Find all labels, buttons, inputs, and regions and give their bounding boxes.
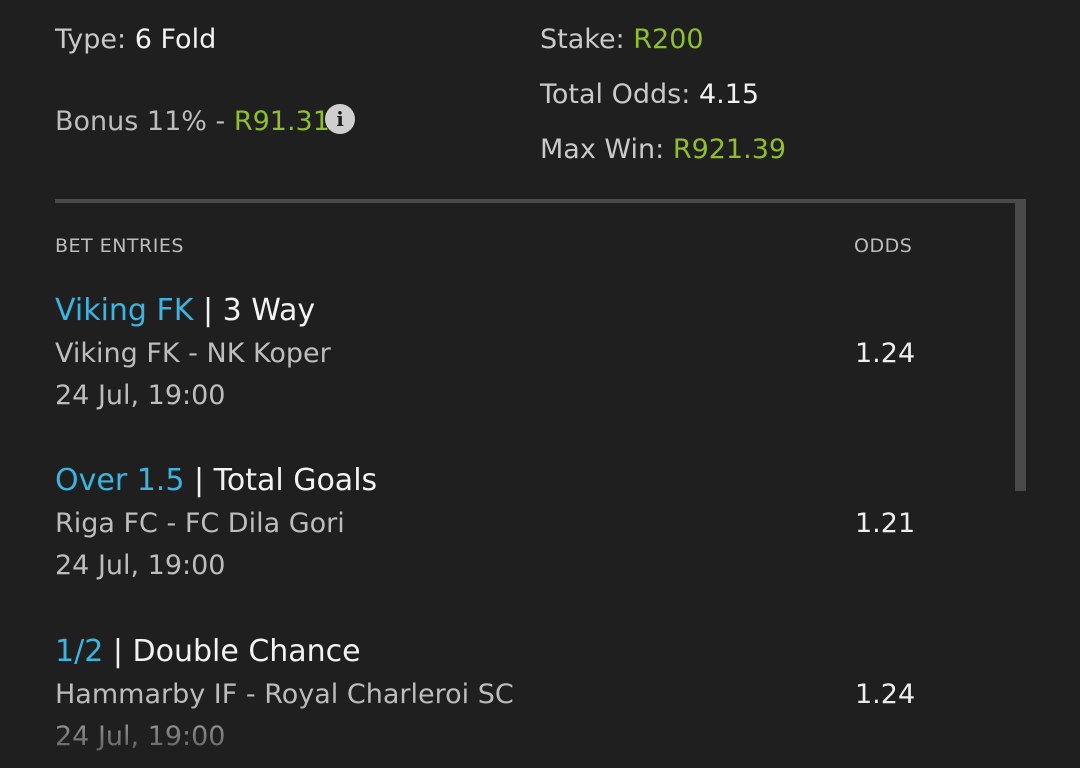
- total-odds: Total Odds: 4.15: [540, 79, 759, 110]
- entry-odds: 1.21: [855, 508, 916, 539]
- total-odds-label: Total Odds:: [540, 79, 691, 110]
- bet-entry[interactable]: Viking FK | 3 Way Viking FK - NK Koper 2…: [55, 289, 955, 417]
- entry-selection: Over 1.5: [55, 463, 185, 498]
- entry-time: 24 Jul, 19:00: [55, 721, 226, 752]
- bet-entries-header: BET ENTRIES: [55, 235, 184, 257]
- stake-label: Stake:: [540, 24, 625, 55]
- total-odds-value: 4.15: [698, 79, 760, 110]
- entry-title: Viking FK | 3 Way: [55, 289, 955, 333]
- entry-selection: Viking FK: [55, 293, 194, 328]
- entry-separator: |: [193, 463, 205, 498]
- bonus-label: Bonus 11% -: [55, 106, 226, 137]
- bet-entry[interactable]: Over 1.5 | Total Goals Riga FC - FC Dila…: [55, 459, 955, 587]
- bet-type: Type: 6 Fold: [55, 24, 216, 55]
- entry-market: 3 Way: [222, 293, 316, 328]
- entry-match: Hammarby IF - Royal Charleroi SC: [55, 679, 514, 710]
- bet-entry[interactable]: 1/2 | Double Chance Hammarby IF - Royal …: [55, 630, 955, 758]
- entry-separator: |: [202, 293, 214, 328]
- bet-type-value: 6 Fold: [134, 24, 217, 55]
- scrollbar[interactable]: [1015, 199, 1026, 491]
- entry-separator: |: [112, 634, 123, 669]
- entry-odds: 1.24: [855, 679, 916, 710]
- bonus-value: R91.31: [233, 106, 330, 137]
- info-icon[interactable]: i: [325, 104, 355, 134]
- entry-title: 1/2 | Double Chance: [55, 630, 955, 674]
- stake: Stake: R200: [540, 24, 704, 55]
- entry-title: Over 1.5 | Total Goals: [55, 459, 955, 503]
- stake-value: R200: [633, 24, 704, 55]
- bet-slip-page: Type: 6 Fold Bonus 11% - R91.31 i Stake:…: [0, 0, 1080, 768]
- entry-match: Viking FK - NK Koper: [55, 338, 331, 369]
- max-win-label: Max Win:: [540, 134, 665, 165]
- entry-market: Double Chance: [132, 634, 361, 669]
- entry-time: 24 Jul, 19:00: [55, 380, 226, 411]
- entry-market: Total Goals: [213, 463, 378, 498]
- entry-match: Riga FC - FC Dila Gori: [55, 508, 345, 539]
- max-win: Max Win: R921.39: [540, 134, 786, 165]
- odds-header: ODDS: [854, 235, 913, 257]
- entry-odds: 1.24: [855, 338, 916, 369]
- divider: [55, 199, 1025, 203]
- bet-type-label: Type:: [55, 24, 127, 55]
- bonus: Bonus 11% - R91.31: [55, 106, 330, 137]
- entry-time: 24 Jul, 19:00: [55, 550, 226, 581]
- entry-selection: 1/2: [55, 634, 104, 669]
- max-win-value: R921.39: [672, 134, 787, 165]
